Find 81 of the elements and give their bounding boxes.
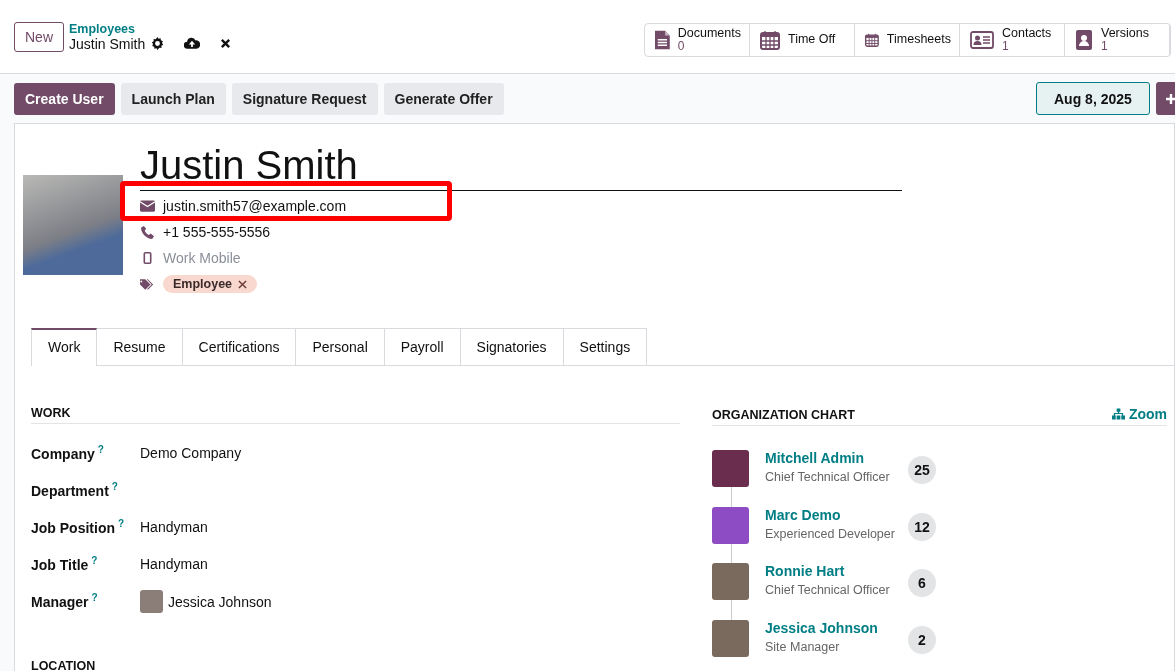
job-title: Experienced Developer — [765, 526, 896, 541]
sitemap-icon — [1111, 408, 1125, 420]
phone-icon — [140, 225, 155, 239]
help-tooltip[interactable]: ? — [97, 444, 104, 455]
employee-link[interactable]: Ronnie Hart — [765, 563, 908, 579]
employee-link[interactable]: Jessica Johnson — [765, 619, 908, 636]
tab[interactable]: Settings — [563, 328, 648, 365]
subordinates-count-badge[interactable]: 12 — [908, 512, 936, 541]
subordinates-count-badge[interactable]: 6 — [908, 569, 936, 597]
document-icon — [655, 29, 670, 50]
smart-button[interactable]: Contacts 1 — [960, 23, 1065, 56]
tab[interactable]: Personal — [296, 328, 385, 365]
smart-button-label: Documents — [677, 27, 741, 40]
job-title: Chief Technical Officer — [765, 583, 891, 597]
help-tooltip[interactable]: ? — [91, 592, 98, 603]
field-value[interactable]: Jessica Johnson — [168, 593, 272, 610]
smart-button-count: 1 — [1101, 39, 1109, 52]
field-value[interactable]: Demo Company — [140, 445, 242, 461]
tab[interactable]: Work — [31, 328, 98, 366]
new-button[interactable]: New — [14, 21, 64, 52]
smart-button[interactable]: Time Off — [750, 23, 855, 56]
action-button[interactable]: Signature Request — [231, 82, 378, 115]
employee-link[interactable]: Mitchell Admin — [765, 450, 908, 466]
smart-button-label: Time Off — [788, 33, 836, 46]
photo-placeholder — [712, 563, 749, 600]
smart-button[interactable]: Documents 0 — [645, 23, 750, 56]
smart-button-count: 1 — [1002, 39, 1010, 52]
plus-icon — [1164, 92, 1175, 105]
section-title: LOCATION — [31, 659, 97, 671]
remove-icon[interactable] — [238, 279, 248, 289]
action-button[interactable]: Launch Plan — [120, 82, 226, 115]
smart-button-label: Timesheets — [886, 33, 951, 46]
tag-label: Employee — [173, 277, 233, 291]
tab[interactable]: Resume — [97, 328, 183, 365]
subordinates-count-badge[interactable]: 25 — [908, 456, 936, 484]
smart-button-label: Versions — [1101, 27, 1149, 40]
record-title: Justin Smith — [69, 35, 146, 52]
employee-link[interactable]: Marc Demo — [765, 506, 908, 523]
help-tooltip[interactable]: ? — [118, 518, 125, 529]
date-button[interactable]: Aug 8, 2025 — [1036, 82, 1150, 115]
contact-card-icon — [970, 30, 994, 49]
settings-icon[interactable] — [151, 37, 165, 50]
address-book-icon — [1075, 29, 1093, 50]
smart-button[interactable]: Timesheets — [855, 23, 960, 56]
close-icon[interactable] — [220, 38, 232, 49]
email-field[interactable]: justin.smith57@example.com — [163, 198, 347, 214]
tab[interactable]: Payroll — [384, 328, 461, 365]
field-label: Job Position — [31, 519, 115, 536]
photo-placeholder — [712, 619, 749, 657]
tab[interactable]: Certifications — [182, 328, 297, 365]
smart-button-count: 0 — [677, 39, 686, 52]
calendar-icon — [760, 29, 780, 50]
tab[interactable]: Signatories — [460, 328, 564, 365]
avatar-placeholder — [712, 450, 749, 487]
action-button[interactable]: Generate Offer — [383, 82, 504, 115]
tags-icon — [140, 277, 155, 291]
breadcrumb-link[interactable]: Employees — [69, 21, 232, 36]
avatar-placeholder — [140, 590, 163, 613]
zoom-link[interactable]: Zoom — [1111, 406, 1167, 422]
job-title: Site Manager — [765, 639, 841, 654]
field-label: Department — [31, 482, 109, 499]
job-title: Chief Technical Officer — [765, 470, 891, 484]
field-label: Manager — [31, 593, 89, 610]
field-value[interactable]: Handyman — [140, 556, 208, 572]
cloud-upload-icon[interactable] — [184, 37, 201, 50]
action-button[interactable]: Create User — [14, 82, 115, 115]
help-tooltip[interactable]: ? — [111, 481, 118, 492]
employee-name-field[interactable]: Justin Smith — [140, 142, 902, 191]
avatar-placeholder — [712, 506, 749, 544]
section-title: ORGANIZATION CHART — [712, 408, 855, 422]
subordinates-count-badge[interactable]: 2 — [908, 625, 936, 654]
field-value[interactable]: Handyman — [140, 519, 208, 535]
section-title: WORK — [31, 406, 680, 424]
smart-button[interactable]: Versions 1 — [1065, 23, 1170, 56]
phone-field[interactable]: +1 555-555-5556 — [163, 224, 271, 240]
field-label: Company — [31, 445, 95, 462]
tag-chip[interactable]: Employee — [163, 275, 258, 293]
smart-button-label: Contacts — [1002, 27, 1052, 40]
envelope-icon — [140, 200, 155, 212]
field-label: Job Title — [31, 556, 89, 573]
help-tooltip[interactable]: ? — [91, 555, 98, 566]
